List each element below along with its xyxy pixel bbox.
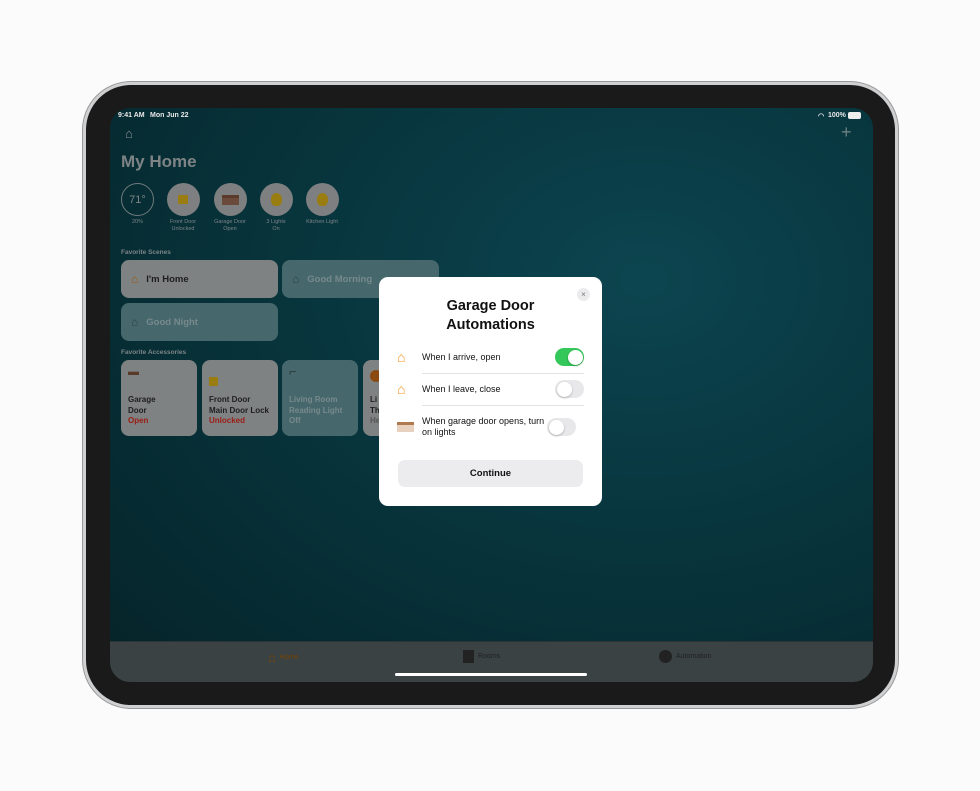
page-title: My Home [121, 152, 197, 171]
temperature-value: 71° [121, 183, 154, 216]
garage-lights-toggle[interactable] [547, 418, 576, 436]
accessory-status: Unlocked [209, 416, 246, 425]
clock-check-icon [659, 650, 672, 663]
add-button[interactable]: + [841, 122, 852, 143]
title-line-2: Automations [446, 317, 535, 333]
scene-label: I'm Home [146, 273, 189, 285]
accessory-name: Front Door [209, 395, 251, 404]
wifi-icon: ◠ [818, 113, 825, 120]
label: Front Door [169, 219, 197, 225]
summary-front-door[interactable]: Front Door Unlocked [158, 183, 208, 233]
accessory-name-2: Main Door Lock [209, 405, 270, 415]
leave-close-toggle[interactable] [555, 380, 584, 398]
humidity-value: 20% [131, 219, 143, 225]
desk-lamp-icon: ⌐ [289, 364, 297, 379]
rooms-icon [463, 650, 474, 663]
tab-label: Rooms [478, 653, 501, 660]
status-time: 9:41 AM [118, 112, 145, 119]
summary-garage-door[interactable]: Garage Door Open [205, 183, 255, 233]
accessory-name: Garage [128, 395, 156, 404]
climate-summary[interactable]: 71° 20% [121, 183, 154, 226]
garage-icon [213, 183, 247, 216]
label: 3 Lights [266, 219, 286, 225]
accessory-status: Off [289, 416, 301, 425]
status-date: Mon Jun 22 [150, 112, 189, 119]
label: Garage Door [214, 219, 246, 225]
scene-im-home[interactable]: ⌂ I'm Home [121, 260, 278, 298]
garage-automations-dialog: × Garage Door Automations ⌂ When I arrive… [379, 277, 602, 506]
garage-icon: ▬ [128, 366, 139, 378]
title-line-1: Garage Door [446, 298, 535, 314]
scene-label: Good Night [146, 316, 198, 328]
battery-icon [848, 112, 861, 119]
arrive-open-toggle[interactable] [555, 348, 584, 366]
accessory-name: Living Room [289, 395, 338, 404]
summary-kitchen-light[interactable]: Kitchen Light [297, 183, 347, 226]
garage-icon [397, 422, 414, 432]
accessories-heading: Favorite Accessories [121, 349, 187, 356]
state: Open [223, 226, 237, 232]
sunrise-house-icon: ⌂ [292, 272, 300, 286]
bulb-icon [259, 183, 293, 216]
summary-lights[interactable]: 3 Lights On [251, 183, 301, 233]
home-indicator[interactable] [395, 673, 587, 676]
continue-button[interactable]: Continue [398, 460, 583, 487]
accessory-status: Open [128, 416, 149, 425]
scenes-heading: Favorite Scenes [121, 249, 171, 256]
label: Kitchen Light [306, 219, 338, 225]
state: Unlocked [171, 226, 195, 232]
automation-label: When garage door opens, turn on lights [422, 416, 545, 437]
tab-automation[interactable]: Automation [659, 650, 711, 663]
accessory-garage-door[interactable]: ▬ Garage Door Open [121, 360, 197, 436]
battery-level: 100% [828, 112, 846, 119]
tab-label: Home [279, 654, 299, 661]
scene-label: Good Morning [307, 273, 373, 285]
tab-label: Automation [676, 653, 712, 660]
automation-label: When I leave, close [422, 383, 501, 394]
lock-open-icon [209, 377, 218, 386]
accessory-reading-light[interactable]: ⌐ Living Room Reading Light Off [282, 360, 358, 436]
automation-row-arrive: ⌂ When I arrive, open [397, 348, 584, 366]
bulb-icon [305, 183, 339, 216]
moon-house-icon: ⌂ [131, 315, 139, 329]
tab-rooms[interactable]: Rooms [463, 650, 500, 663]
automation-label: When I arrive, open [422, 351, 501, 362]
scene-good-night[interactable]: ⌂ Good Night [121, 303, 278, 341]
divider [422, 405, 584, 406]
home-fill-icon: ⌂ [268, 650, 276, 665]
accessory-front-door[interactable]: Front Door Main Door Lock Unlocked [202, 360, 278, 436]
accessory-name-2: Reading Light [289, 405, 343, 415]
house-person-icon: ⌂ [397, 381, 406, 397]
lock-open-icon [166, 183, 200, 216]
accessory-name-2: Door [128, 405, 147, 415]
house-person-icon: ⌂ [131, 272, 139, 286]
dialog-title: Garage Door Automations [379, 297, 602, 335]
automation-row-leave: ⌂ When I leave, close [397, 380, 584, 398]
tab-home[interactable]: ⌂ Home [268, 650, 299, 665]
home-icon[interactable]: ⌂ [125, 126, 133, 141]
automation-row-lights: When garage door opens, turn on lights [397, 416, 584, 438]
state: On [272, 226, 280, 232]
house-person-icon: ⌂ [397, 349, 406, 365]
divider [422, 373, 584, 374]
